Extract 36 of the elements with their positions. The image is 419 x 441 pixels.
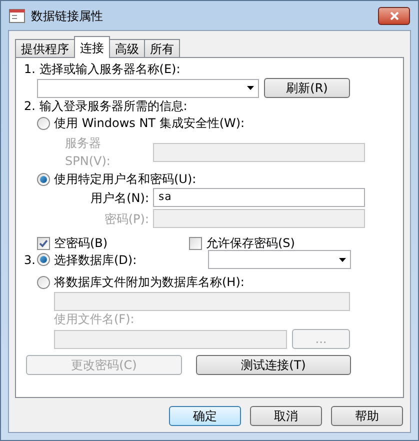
radio-button[interactable] [37,116,50,130]
button[interactable]: 取消 [250,406,322,426]
checkbox-label: 空密码(B) [54,235,108,252]
button[interactable]: 帮助 [331,406,403,426]
dropdown[interactable] [208,250,351,269]
input-field[interactable]: sa [153,188,365,207]
dropdown[interactable] [37,78,259,98]
checkbox[interactable] [37,236,50,250]
radio-label: 使用特定用户名和密码(U): [54,171,196,188]
radio-label: 选择数据库(D): [54,252,137,268]
button[interactable]: 测试连接(T) [196,355,351,375]
field-label: 用户名(N): [90,190,149,206]
field-label: 服务器 SPN(V): [65,135,112,170]
tab[interactable]: 连接 [74,36,110,58]
tab[interactable]: 所有 [144,39,180,58]
step-number: 3. [24,252,36,268]
section-label: 1. 选择或输入服务器名称(E): [24,62,182,76]
caret-icon [339,258,346,262]
checkbox[interactable] [189,236,202,250]
checkbox-label: 允许保存密码(S) [206,235,295,252]
window-title: 数据链接属性 [31,8,103,24]
field-label: 密码(P): [103,210,149,228]
caret-icon [247,86,254,90]
tab[interactable]: 提供程序 [15,39,75,58]
radio-label: 将数据库文件附加为数据库名称(H): [54,274,244,291]
button[interactable]: 刷新(R) [264,78,350,98]
radio-button[interactable] [37,172,50,186]
field-label: 使用文件名(F): [53,312,136,326]
radio-label: 使用 Windows NT 集成安全性(W): [54,115,245,132]
radio-button[interactable] [37,253,50,266]
section-label: 2. 输入登录服务器所需的信息: [24,99,188,113]
close-icon [390,12,398,20]
button[interactable]: 确定 [169,406,241,426]
close-button[interactable] [378,6,410,24]
radio-button[interactable] [37,276,50,288]
app-icon [9,8,25,22]
